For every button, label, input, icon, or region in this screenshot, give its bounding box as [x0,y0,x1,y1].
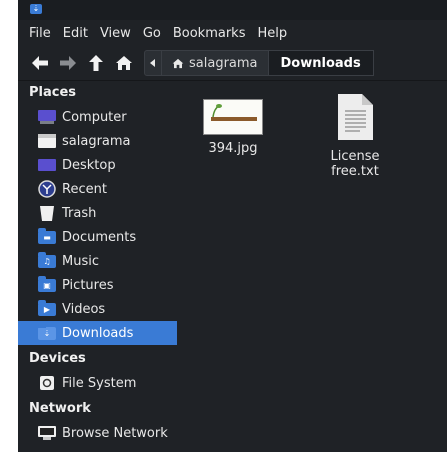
file-manager-window: ⇣ File Edit View Go Bookmarks Help salag… [18,0,447,452]
sidebar-item-trash[interactable]: Trash [18,201,177,225]
desktop-icon [37,156,57,174]
image-thumbnail-icon [203,99,263,135]
toolbar: salagrama Downloads [18,46,447,81]
home-button[interactable] [110,49,138,77]
menu-view[interactable]: View [100,26,131,41]
sidebar-item-videos[interactable]: ▶ Videos [18,297,177,321]
music-folder-icon: ♫ [37,251,57,270]
sidebar-item-documents[interactable]: ▬ Documents [18,225,177,249]
sidebar-item-computer[interactable]: Computer [18,105,177,129]
drive-icon [37,374,57,392]
sidebar-item-label: Computer [62,109,127,125]
sidebar-item-label: salagrama [62,133,131,149]
sidebar: Places Computer salagrama Desktop Recent [18,81,177,452]
file-item-394-jpg[interactable]: 394.jpg [183,99,283,156]
network-header: Network [29,401,91,416]
pictures-folder-icon: ▣ [37,275,57,294]
devices-header: Devices [29,351,86,366]
file-name: 394.jpg [208,141,258,156]
sidebar-item-label: Videos [62,301,106,317]
app-icon: ⇣ [30,4,42,14]
home-icon [172,58,184,68]
sidebar-item-music[interactable]: ♫ Music [18,249,177,273]
sidebar-item-salagrama[interactable]: salagrama [18,129,177,153]
sidebar-item-label: Desktop [62,157,116,173]
recent-icon [37,180,57,198]
back-button[interactable] [26,49,54,77]
text-file-icon [336,93,374,141]
breadcrumb-home[interactable]: salagrama [162,50,269,76]
menu-edit[interactable]: Edit [63,26,88,41]
sidebar-item-desktop[interactable]: Desktop [18,153,177,177]
file-name: License free.txt [330,149,380,179]
up-button[interactable] [82,49,110,77]
chevron-left-icon [150,59,155,67]
menu-help[interactable]: Help [257,26,287,41]
sidebar-item-label: Music [62,253,99,269]
sidebar-item-label: Downloads [62,325,134,341]
menu-bookmarks[interactable]: Bookmarks [173,26,246,41]
home-icon [116,56,132,70]
forward-arrow-icon [60,56,76,70]
trash-icon [37,204,57,222]
downloads-folder-icon: ⇣ [37,323,57,342]
sidebar-item-file-system[interactable]: File System [18,371,177,395]
home-folder-icon [37,132,57,150]
file-item-license-free-txt[interactable]: License free.txt [305,93,405,179]
forward-button[interactable] [54,49,82,77]
title-bar: ⇣ [18,0,447,20]
breadcrumb-downloads[interactable]: Downloads [268,50,374,76]
sidebar-item-browse-network[interactable]: Browse Network [18,421,177,445]
network-icon [37,424,57,442]
back-arrow-icon [32,56,48,70]
videos-folder-icon: ▶ [37,299,57,318]
sidebar-item-downloads[interactable]: ⇣ Downloads [18,321,177,345]
file-view: 394.jpg License free.txt [177,81,447,452]
sidebar-item-label: Documents [62,229,137,245]
sidebar-item-label: Recent [62,181,107,197]
path-bar: salagrama Downloads [144,50,374,76]
menu-file[interactable]: File [29,26,51,41]
breadcrumb-home-label: salagrama [189,55,258,71]
sidebar-item-pictures[interactable]: ▣ Pictures [18,273,177,297]
places-header: Places [29,85,77,100]
sidebar-item-label: Pictures [62,277,114,293]
menu-go[interactable]: Go [143,26,161,41]
sidebar-item-label: File System [62,375,137,391]
path-scroll-left-button[interactable] [144,50,162,76]
menu-bar: File Edit View Go Bookmarks Help [18,20,447,46]
breadcrumb-downloads-label: Downloads [280,55,361,71]
sidebar-item-recent[interactable]: Recent [18,177,177,201]
documents-folder-icon: ▬ [37,227,57,246]
sidebar-item-label: Trash [62,205,97,221]
up-arrow-icon [89,55,103,71]
sidebar-item-label: Browse Network [62,425,168,441]
computer-icon [37,108,57,126]
